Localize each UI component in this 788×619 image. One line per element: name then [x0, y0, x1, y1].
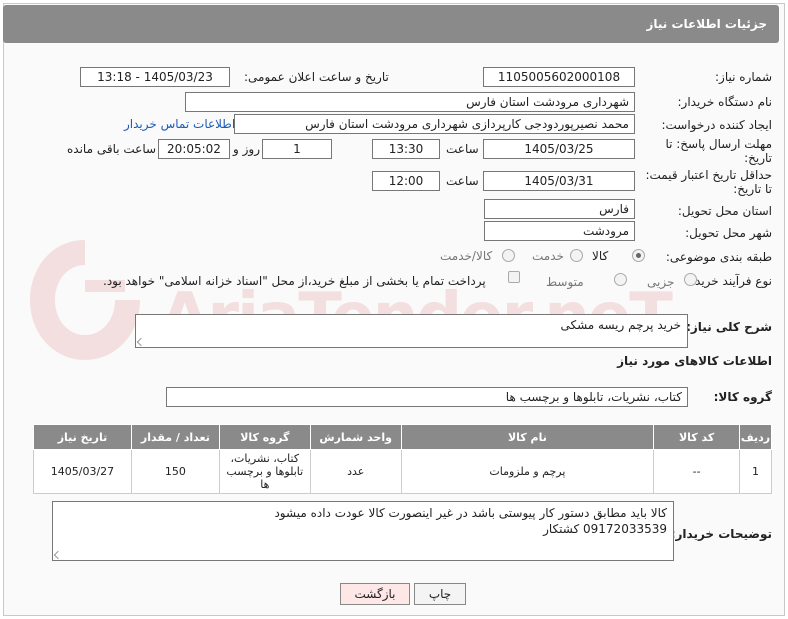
- reply-time-field: 13:30: [372, 139, 440, 159]
- process-option-minor: جزیی: [647, 275, 675, 289]
- col-date: تاریخ نیاز: [33, 424, 132, 450]
- remaining-time-label: ساعت باقی مانده: [67, 142, 157, 156]
- price-validity-time-label: ساعت: [446, 174, 479, 188]
- buyer-notes-field: کالا باید مطابق دستور کار پیوستی باشد در…: [52, 501, 674, 561]
- process-radio-minor[interactable]: [684, 273, 697, 286]
- back-button[interactable]: بازگشت: [340, 583, 410, 605]
- table-row: 1 -- پرچم و ملزومات عدد کتاب، نشریات، تا…: [33, 449, 772, 494]
- col-unit: واحد شمارش: [309, 424, 402, 450]
- cell-group: کتاب، نشریات، تابلوها و برچسب ها: [218, 449, 311, 494]
- buyer-org-label: نام دستگاه خریدار:: [677, 95, 773, 109]
- col-qty: تعداد / مقدار: [130, 424, 220, 450]
- goods-group-label: گروه کالا:: [713, 390, 772, 404]
- delivery-province-label: استان محل تحویل:: [677, 204, 772, 218]
- goods-table: ردیف کد کالا نام کالا واحد شمارش گروه کا…: [33, 424, 772, 494]
- col-code: کد کالا: [653, 424, 741, 450]
- buyer-org-field: شهرداری مرودشت استان فارس: [185, 92, 635, 112]
- reply-date-field: 1405/03/25: [483, 139, 635, 159]
- price-validity-time-field: 12:00: [372, 171, 440, 191]
- cell-name: پرچم و ملزومات: [400, 449, 655, 494]
- category-radio-both[interactable]: [502, 249, 515, 262]
- category-radio-service[interactable]: [570, 249, 583, 262]
- delivery-city-label: شهر محل تحویل:: [685, 226, 772, 240]
- buyer-notes-line-2: 09172033539 کشتکار: [543, 522, 667, 536]
- cell-qty: 150: [130, 449, 220, 494]
- cell-code: --: [653, 449, 741, 494]
- price-validity-label-2: تا تاریخ:: [733, 182, 772, 196]
- price-validity-date-field: 1405/03/31: [483, 171, 635, 191]
- process-label: نوع فرآیند خرید :: [687, 274, 772, 288]
- category-option-service: خدمت: [532, 249, 564, 263]
- goods-group-field: کتاب، نشریات، تابلوها و برچسب ها: [166, 387, 688, 407]
- creator-field: محمد نصیرپوردودجی کارپردازی شهرداری مرود…: [234, 114, 635, 134]
- price-validity-label: حداقل تاریخ اعتبار قیمت:: [645, 168, 772, 182]
- page-title: جزئیات اطلاعات نیاز: [646, 17, 767, 31]
- delivery-city-field: مرودشت: [484, 221, 635, 241]
- col-name: نام کالا: [400, 424, 655, 450]
- need-number-label: شماره نیاز:: [715, 70, 772, 84]
- category-radio-goods[interactable]: [632, 249, 645, 262]
- description-field: خرید پرچم ریسه مشکی: [135, 314, 688, 348]
- goods-section-title: اطلاعات کالاهای مورد نیاز: [617, 354, 772, 368]
- reply-time-label: ساعت: [446, 142, 479, 156]
- category-label: طبقه بندی موضوعی:: [665, 250, 772, 264]
- buyer-contact-link[interactable]: اطلاعات تماس خریدار: [124, 117, 235, 131]
- description-label: شرح کلی نیاز:: [686, 320, 772, 334]
- announce-label: تاریخ و ساعت اعلان عمومی:: [244, 70, 389, 84]
- col-group: گروه کالا: [218, 424, 311, 450]
- col-row: ردیف: [739, 424, 772, 450]
- treasury-payment-checkbox[interactable]: [508, 271, 520, 283]
- creator-label: ایجاد کننده درخواست:: [661, 118, 772, 132]
- category-option-both: کالا/خدمت: [440, 249, 493, 263]
- resize-grip-icon[interactable]: [53, 550, 63, 560]
- description-text: خرید پرچم ریسه مشکی: [560, 318, 681, 332]
- buyer-notes-line-1: کالا باید مطابق دستور کار پیوستی باشد در…: [274, 506, 667, 520]
- goods-table-header: ردیف کد کالا نام کالا واحد شمارش گروه کا…: [33, 424, 772, 450]
- need-number-field: 1105005602000108: [483, 67, 635, 87]
- reply-deadline-label: مهلت ارسال پاسخ: تا: [665, 137, 772, 151]
- remaining-time-field: 20:05:02: [158, 139, 230, 159]
- remaining-days-field: 1: [262, 139, 332, 159]
- cell-unit: عدد: [309, 449, 402, 494]
- process-option-medium: متوسط: [546, 275, 584, 289]
- treasury-payment-note: پرداخت تمام یا بخشی از مبلغ خرید،از محل …: [103, 274, 486, 288]
- category-option-goods: کالا: [592, 249, 609, 263]
- announce-field: 1405/03/23 - 13:18: [80, 67, 230, 87]
- page-header: جزئیات اطلاعات نیاز: [3, 5, 779, 43]
- cell-row: 1: [739, 449, 772, 494]
- reply-deadline-label-2: تاریخ:: [744, 151, 772, 165]
- delivery-province-field: فارس: [484, 199, 635, 219]
- days-label: روز و: [233, 142, 260, 156]
- buyer-notes-label: توضیحات خریدار:: [670, 527, 772, 541]
- process-radio-medium[interactable]: [614, 273, 627, 286]
- print-button[interactable]: چاپ: [414, 583, 466, 605]
- cell-date: 1405/03/27: [33, 449, 132, 494]
- resize-grip-icon[interactable]: [136, 337, 146, 347]
